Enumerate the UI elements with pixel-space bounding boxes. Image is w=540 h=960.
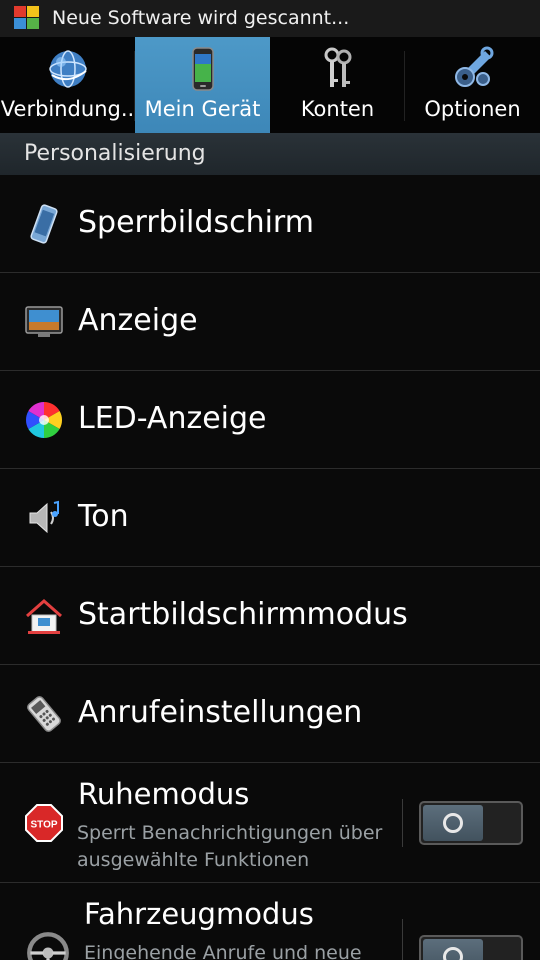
list-item-startbildschirmmodus[interactable]: Startbildschirmmodus bbox=[0, 567, 540, 665]
divider bbox=[402, 799, 403, 847]
toggle-knob bbox=[423, 939, 483, 960]
tab-label: Konten bbox=[300, 97, 375, 121]
section-header: Personalisierung bbox=[0, 133, 540, 175]
tab-bar: Verbindung.. Mein Gerät Konten Optionen bbox=[0, 37, 540, 133]
status-bar: Neue Software wird gescannt... bbox=[0, 0, 540, 37]
item-label: Ton bbox=[78, 499, 129, 534]
list-item-anrufeinstellungen[interactable]: Anrufeinstellungen bbox=[0, 665, 540, 763]
list-item-anzeige[interactable]: Anzeige bbox=[0, 273, 540, 371]
stop-sign-icon: STOP bbox=[25, 804, 63, 842]
section-title: Personalisierung bbox=[24, 141, 206, 166]
globe-icon bbox=[48, 50, 87, 88]
tab-verbindungen[interactable]: Verbindung.. bbox=[0, 37, 135, 133]
svg-text:STOP: STOP bbox=[30, 820, 57, 831]
steering-wheel-icon bbox=[27, 932, 69, 960]
tab-label: Optionen bbox=[424, 97, 521, 121]
tab-mein-geraet[interactable]: Mein Gerät bbox=[135, 37, 270, 133]
item-sublabel: Sperrt Benachrichtigungen über ausgewähl… bbox=[77, 822, 383, 871]
tab-optionen[interactable]: Optionen bbox=[405, 37, 540, 133]
list-item-led-anzeige[interactable]: LED-Anzeige bbox=[0, 371, 540, 469]
home-icon bbox=[26, 598, 62, 634]
phone-icon bbox=[191, 47, 214, 91]
list-item-fahrzeugmodus[interactable]: Fahrzeugmodus Eingehende Anrufe und neue bbox=[0, 883, 540, 960]
item-label: Ruhemodus bbox=[78, 777, 250, 811]
fahrzeugmodus-toggle[interactable] bbox=[419, 935, 523, 960]
lock-screen-icon bbox=[30, 204, 58, 244]
toggle-knob bbox=[423, 805, 483, 841]
tab-konten[interactable]: Konten bbox=[270, 37, 405, 133]
item-sublabel: Eingehende Anrufe und neue bbox=[84, 942, 362, 960]
tab-label: Mein Gerät bbox=[144, 97, 261, 121]
item-label: Startbildschirmmodus bbox=[78, 597, 408, 632]
keys-icon bbox=[324, 47, 351, 87]
list-item-ruhemodus[interactable]: STOP Ruhemodus Sperrt Benachrichtigungen… bbox=[0, 763, 540, 883]
ruhemodus-toggle[interactable] bbox=[419, 801, 523, 845]
list-item-ton[interactable]: Ton bbox=[0, 469, 540, 567]
item-label: Fahrzeugmodus bbox=[84, 897, 314, 931]
monitor-icon bbox=[25, 306, 63, 337]
wrench-gear-icon bbox=[454, 46, 493, 87]
item-label: Anrufeinstellungen bbox=[78, 695, 363, 730]
item-label: Anzeige bbox=[78, 303, 198, 338]
shield-app-icon bbox=[14, 6, 39, 29]
list-item-sperrbildschirm[interactable]: Sperrbildschirm bbox=[0, 175, 540, 273]
divider bbox=[402, 919, 403, 960]
color-wheel-icon bbox=[25, 402, 63, 438]
settings-list: Sperrbildschirm Anzeige LED-Anzeige Ton … bbox=[0, 175, 540, 960]
notification-text: Neue Software wird gescannt... bbox=[52, 7, 350, 29]
item-label: Sperrbildschirm bbox=[78, 205, 314, 240]
item-label: LED-Anzeige bbox=[78, 401, 267, 436]
phone-keypad-icon bbox=[27, 696, 61, 732]
tab-label: Verbindung.. bbox=[0, 97, 135, 121]
speaker-icon bbox=[29, 500, 59, 534]
